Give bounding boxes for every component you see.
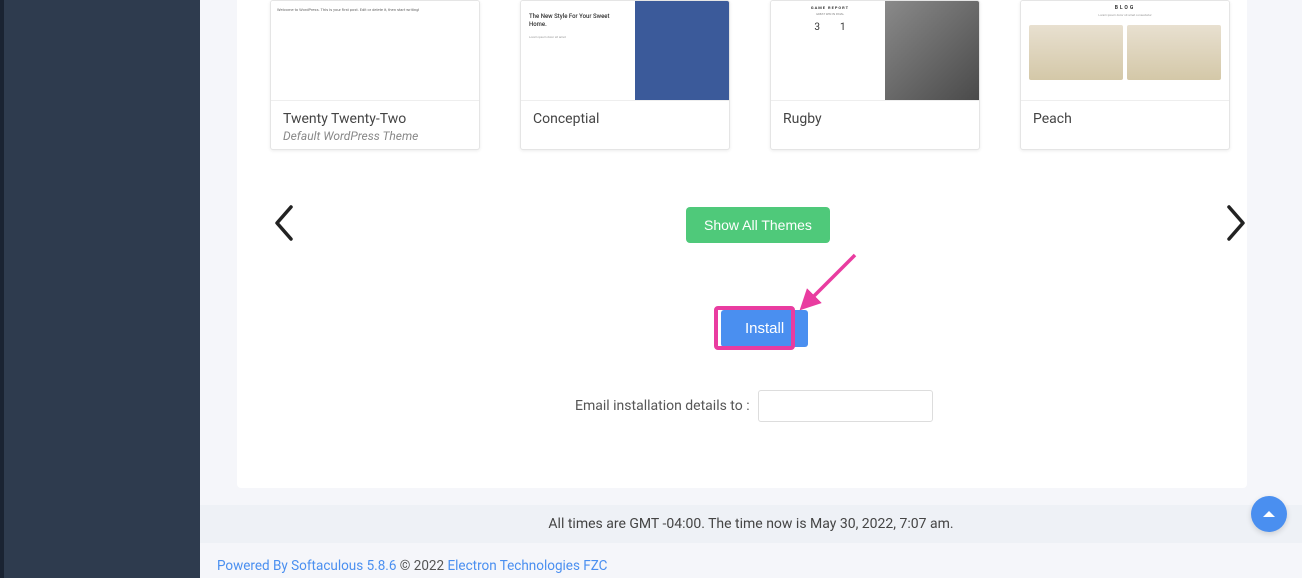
theme-card-rugby[interactable]: GAME REPORT GREAT WIN IN FINAL 3 1 Rugby <box>770 0 980 150</box>
install-button[interactable]: Install <box>721 310 808 347</box>
theme-card-peach[interactable]: BLOG Lorem ipsum dolor sit amet consecte… <box>1020 0 1230 150</box>
theme-info: Rugby <box>771 101 979 137</box>
sidebar-edge <box>0 0 4 578</box>
main-content: Welcome to WordPress. This is your first… <box>200 0 1302 578</box>
theme-preview: Welcome to WordPress. This is your first… <box>271 1 479 101</box>
company-link[interactable]: Electron Technologies FZC <box>447 558 607 574</box>
copyright-text: © 2022 <box>396 558 447 574</box>
theme-title: Peach <box>1033 111 1217 127</box>
scroll-to-top-button[interactable] <box>1251 496 1287 532</box>
sidebar <box>0 0 200 578</box>
show-all-themes-button[interactable]: Show All Themes <box>686 207 830 243</box>
softaculous-link[interactable]: Powered By Softaculous 5.8.6 <box>217 558 396 574</box>
theme-preview: GAME REPORT GREAT WIN IN FINAL 3 1 <box>771 1 979 101</box>
theme-info: Peach <box>1021 101 1229 137</box>
theme-info: Conceptial <box>521 101 729 137</box>
theme-title: Rugby <box>783 111 967 127</box>
email-input[interactable] <box>758 390 933 422</box>
caret-up-icon <box>1262 509 1276 519</box>
themes-row: Welcome to WordPress. This is your first… <box>270 0 1248 150</box>
time-footer: All times are GMT -04:00. The time now i… <box>200 505 1302 543</box>
next-arrow[interactable] <box>1225 205 1247 250</box>
powered-footer: Powered By Softaculous 5.8.6 © 2022 Elec… <box>217 558 607 574</box>
theme-title: Conceptial <box>533 111 717 127</box>
theme-card-conceptial[interactable]: The New Style For Your Sweet Home. Lorem… <box>520 0 730 150</box>
theme-preview: BLOG Lorem ipsum dolor sit amet consecte… <box>1021 1 1229 101</box>
email-row: Email installation details to : <box>575 390 933 422</box>
prev-arrow[interactable] <box>273 205 295 250</box>
theme-title: Twenty Twenty-Two <box>283 111 467 127</box>
email-label: Email installation details to : <box>575 398 750 414</box>
theme-info: Twenty Twenty-Two Default WordPress Them… <box>271 101 479 150</box>
theme-preview: The New Style For Your Sweet Home. Lorem… <box>521 1 729 101</box>
theme-subtitle: Default WordPress Theme <box>283 129 467 143</box>
theme-card-twenty-twenty-two[interactable]: Welcome to WordPress. This is your first… <box>270 0 480 150</box>
